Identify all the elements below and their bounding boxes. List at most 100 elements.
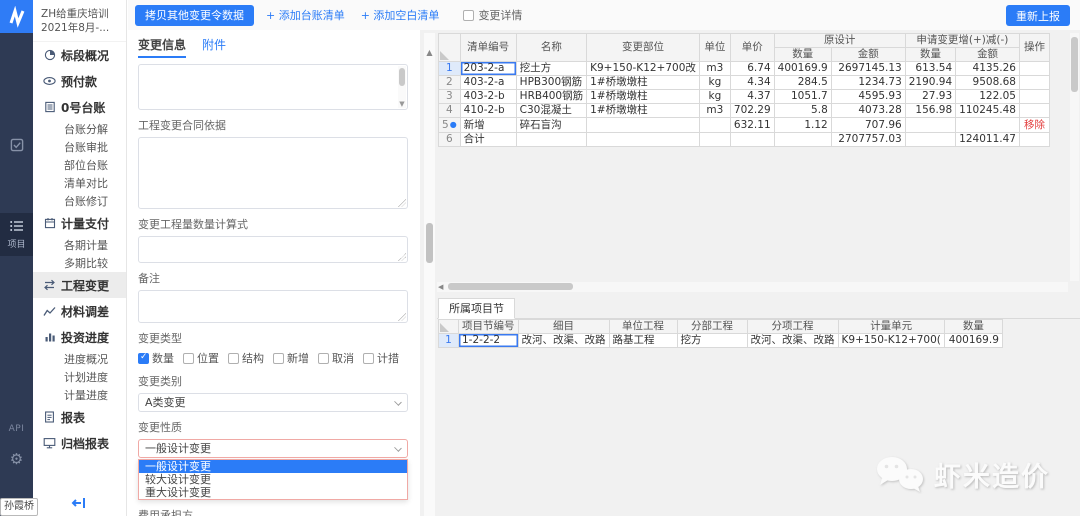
cell[interactable]: 124011.47 [955,132,1020,147]
change-type-4[interactable]: 取消 [318,350,354,366]
cell[interactable]: 9508.68 [955,75,1020,90]
cell[interactable]: 613.54 [904,61,957,76]
tasks-check-icon[interactable] [0,138,33,155]
cell[interactable]: 110245.48 [955,103,1020,118]
cell[interactable]: kg [698,89,731,104]
scrollbar-thumb[interactable] [1071,37,1078,92]
scroll-up-icon[interactable]: ▲ [424,48,435,58]
scroll-down-icon[interactable]: ▼ [398,100,406,108]
resubmit-button[interactable]: 重新上报 [1006,5,1070,26]
sidebar-item-3[interactable]: 台账分解 [33,120,126,138]
change-info-textarea[interactable]: ▼ [138,64,408,110]
api-link[interactable]: API [0,424,33,434]
cell[interactable] [586,117,700,133]
cell[interactable]: 632.11 [729,117,775,133]
scroll-left-icon[interactable]: ◀ [438,282,443,292]
checkbox-icon[interactable] [363,352,374,364]
sidebar-item-5[interactable]: 部位台账 [33,156,126,174]
change-type-5[interactable]: 计措 [363,350,399,366]
cell[interactable] [955,117,1020,133]
cell[interactable] [586,132,700,147]
sidebar-item-14[interactable]: 进度概况 [33,350,126,368]
cell[interactable] [515,132,588,147]
copy-change-data-button[interactable]: 拷贝其他变更令数据 [135,4,254,26]
cell[interactable]: 707.96 [830,117,906,133]
tab-change-info[interactable]: 变更信息 [138,36,187,58]
cell[interactable]: 400169.9 [943,333,1003,348]
sidebar-item-6[interactable]: 清单对比 [33,174,126,192]
sidebar-item-8[interactable]: 计量支付 [33,210,126,236]
rail-item-project[interactable]: 项目 [0,213,33,256]
sidebar-item-0[interactable]: 标段概况 [33,42,126,68]
cell[interactable]: 702.29 [729,103,775,118]
cell[interactable] [773,132,832,147]
cell[interactable] [729,132,775,147]
change-type-0[interactable]: 数量 [138,350,174,366]
change-detail-checkbox[interactable] [463,9,475,21]
cell[interactable]: 27.93 [904,89,957,104]
cell[interactable]: K9+150-K12+700改 [586,61,700,76]
resize-handle-icon[interactable] [398,199,406,207]
cell[interactable]: 改河、改渠、改路 [746,333,839,348]
sidebar-item-15[interactable]: 计划进度 [33,368,126,386]
collapse-exit-icon[interactable] [71,496,87,513]
cell[interactable]: 6.74 [729,61,775,76]
cell[interactable]: K9+150-K12+700( [837,333,945,348]
cell[interactable]: 4.37 [729,89,775,104]
cell[interactable]: 400169.9 [773,61,832,76]
cell[interactable]: 4595.93 [830,89,906,104]
remove-link[interactable]: 移除 [1024,119,1045,131]
cell[interactable]: 2707757.03 [830,132,906,147]
cell[interactable]: C30混凝土 [515,103,588,118]
cell[interactable]: 403-2-b [459,89,517,104]
nature-option-1[interactable]: 较大设计变更 [139,473,407,486]
cell[interactable]: kg [698,75,731,90]
checkbox-icon[interactable] [273,352,284,364]
add-blank-list-button[interactable]: + 添加空白清单 [357,7,444,23]
cell[interactable]: 1.12 [773,117,832,133]
cell[interactable]: 2697145.13 [830,61,906,76]
sidebar-item-13[interactable]: 投资进度 [33,324,126,350]
cell[interactable]: 2190.94 [904,75,957,90]
cell[interactable]: 路基工程 [608,333,678,348]
add-ledger-list-button[interactable]: + 添加台账清单 [262,7,349,23]
resize-handle-icon[interactable] [398,253,406,261]
project-title[interactable]: ZH给重庆培训 2021年8月-... [33,0,126,42]
cell[interactable]: 1#桥墩墩柱 [586,75,700,90]
cell[interactable]: HPB300钢筋 [515,75,588,90]
remark-textarea[interactable] [138,290,408,323]
sidebar-item-7[interactable]: 台账修订 [33,192,126,210]
cell[interactable]: m3 [698,61,731,76]
nature-option-0[interactable]: 一般设计变更 [139,460,407,473]
cell[interactable]: 284.5 [773,75,832,90]
sidebar-item-18[interactable]: 归档报表 [33,430,126,456]
nature-select[interactable]: 一般设计变更 [138,439,408,458]
cell[interactable]: 410-2-b [459,103,517,118]
change-type-3[interactable]: 新增 [273,350,309,366]
checkbox-icon[interactable] [183,352,194,364]
checkbox-icon[interactable] [138,352,149,364]
sidebar-item-11[interactable]: 工程变更 [33,272,126,298]
cell[interactable]: 4073.28 [830,103,906,118]
cell[interactable]: 5.8 [773,103,832,118]
sidebar-item-1[interactable]: 预付款 [33,68,126,94]
contract-basis-textarea[interactable] [138,137,408,209]
change-type-1[interactable]: 位置 [183,350,219,366]
sidebar-item-17[interactable]: 报表 [33,404,126,430]
cell[interactable]: 1-2-2-2 [458,333,519,348]
sidebar-item-10[interactable]: 多期比较 [33,254,126,272]
resize-handle-icon[interactable] [398,313,406,321]
cell[interactable] [698,132,731,147]
col-header-code[interactable]: 清单编号 [459,33,517,62]
cell[interactable]: 1234.73 [830,75,906,90]
change-type-2[interactable]: 结构 [228,350,264,366]
cell[interactable]: 改河、改渠、改路 [517,333,610,348]
cell[interactable]: 新增 [459,117,517,133]
cell[interactable]: 4.34 [729,75,775,90]
app-logo[interactable] [0,0,33,33]
cell[interactable]: 403-2-a [459,75,517,90]
sidebar-item-12[interactable]: 材料调差 [33,298,126,324]
cell[interactable]: 碎石盲沟 [515,117,588,133]
tab-project-node[interactable]: 所属项目节 [438,298,515,319]
settings-gear-icon[interactable]: ⚙ [0,450,33,468]
